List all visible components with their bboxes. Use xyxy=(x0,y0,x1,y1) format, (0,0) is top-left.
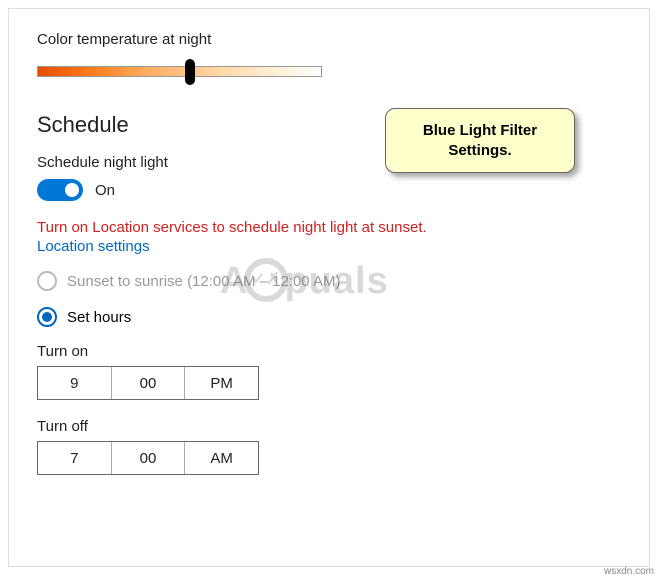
radio-sunset-label: Sunset to sunrise (12:00 AM – 12:00 AM) xyxy=(67,273,341,290)
radio-hours-row[interactable]: Set hours xyxy=(37,307,621,327)
schedule-toggle[interactable] xyxy=(37,179,83,201)
turn-on-time[interactable]: 9 00 PM xyxy=(37,366,259,400)
turn-on-group: Turn on 9 00 PM xyxy=(37,343,621,400)
location-settings-link[interactable]: Location settings xyxy=(37,238,621,255)
slider-track xyxy=(37,66,322,77)
color-temp-slider[interactable] xyxy=(37,60,322,84)
callout-text: Blue Light Filter Settings. xyxy=(396,121,564,160)
turn-off-group: Turn off 7 00 AM xyxy=(37,418,621,475)
turn-on-hour[interactable]: 9 xyxy=(38,367,112,399)
turn-off-period[interactable]: AM xyxy=(185,442,258,474)
annotation-callout: Blue Light Filter Settings. xyxy=(385,108,575,173)
toggle-knob xyxy=(65,183,79,197)
location-error: Turn on Location services to schedule ni… xyxy=(37,219,621,236)
settings-panel: Color temperature at night Schedule Sche… xyxy=(8,8,650,567)
source-tag: wsxdn.com xyxy=(604,566,654,577)
toggle-row: On xyxy=(37,179,621,201)
turn-off-time[interactable]: 7 00 AM xyxy=(37,441,259,475)
turn-off-hour[interactable]: 7 xyxy=(38,442,112,474)
color-temp-label: Color temperature at night xyxy=(37,31,621,48)
radio-sunset-row: Sunset to sunrise (12:00 AM – 12:00 AM) xyxy=(37,271,621,291)
turn-on-period[interactable]: PM xyxy=(185,367,258,399)
slider-thumb[interactable] xyxy=(185,59,195,85)
turn-off-minute[interactable]: 00 xyxy=(112,442,186,474)
radio-set-hours[interactable] xyxy=(37,307,57,327)
turn-on-label: Turn on xyxy=(37,343,621,360)
radio-sunset xyxy=(37,271,57,291)
toggle-state-label: On xyxy=(95,182,115,199)
turn-on-minute[interactable]: 00 xyxy=(112,367,186,399)
radio-hours-label: Set hours xyxy=(67,309,131,326)
turn-off-label: Turn off xyxy=(37,418,621,435)
